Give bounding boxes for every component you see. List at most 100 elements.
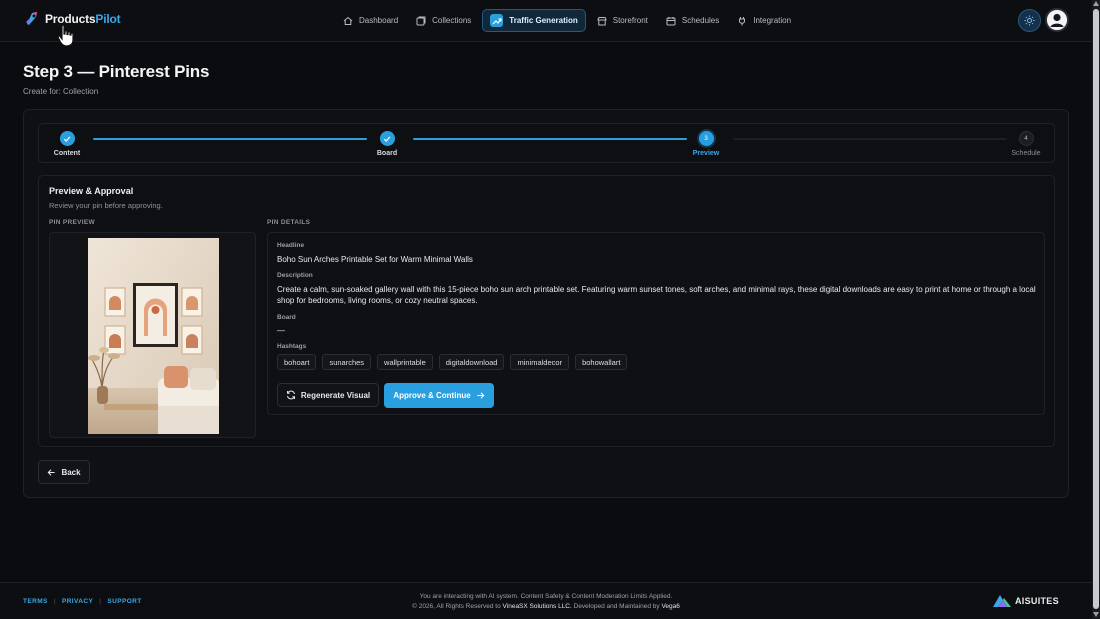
home-icon xyxy=(343,16,353,25)
arrow-right-icon xyxy=(477,392,485,399)
rocket-logo-icon xyxy=(24,10,41,27)
pin-preview-caption: PIN PREVIEW xyxy=(49,219,95,226)
progress-stepper: Content Board 3 Preview 4 Schedule xyxy=(38,123,1055,163)
step-schedule-dot: 4 xyxy=(1018,131,1034,146)
nav-dashboard[interactable]: Dashboard xyxy=(336,9,405,32)
page-title: Step 3 — Pinterest Pins xyxy=(23,62,210,81)
aisuites-logo: AISUITES xyxy=(992,594,1059,608)
hashtag-chip: digitaldownload xyxy=(438,354,505,370)
hashtag-chip: wallprintable xyxy=(377,354,433,370)
check-icon xyxy=(63,136,71,142)
page-scrollbar[interactable] xyxy=(1092,0,1100,619)
board-label: Board xyxy=(277,314,296,321)
nav-schedules[interactable]: Schedules xyxy=(659,9,726,32)
nav-integration-label: Integration xyxy=(753,16,792,25)
headline-label: Headline xyxy=(277,242,305,249)
nav-storefront-label: Storefront xyxy=(612,16,648,25)
footer-link-privacy[interactable]: PRIVACY xyxy=(62,598,93,605)
board-value: — xyxy=(277,326,285,335)
brand-name-accent: Pilot xyxy=(95,11,121,26)
nav-traffic-generation[interactable]: Traffic Generation xyxy=(482,9,586,32)
maintainer-name: Vega6 xyxy=(661,603,680,610)
step-connector-2 xyxy=(413,138,687,140)
trend-icon xyxy=(490,14,504,27)
hashtag-chip: bohoart xyxy=(277,354,317,370)
footer-separator: | xyxy=(99,598,102,605)
step-content-label: Content xyxy=(53,150,81,157)
pin-preview-image xyxy=(88,238,219,434)
approve-continue-label: Approve & Continue xyxy=(393,391,471,400)
arrow-left-icon xyxy=(48,468,56,476)
preview-approval-panel: Preview & Approval Review your pin befor… xyxy=(38,175,1055,447)
store-icon xyxy=(597,16,607,25)
hashtags-label: Hashtags xyxy=(277,343,307,350)
nav-collections[interactable]: Collections xyxy=(409,9,478,32)
top-navigation-bar: ProductsPilot Dashboard Collections Traf… xyxy=(0,0,1092,47)
nav-schedules-label: Schedules xyxy=(681,16,720,25)
scroll-up-arrow-icon[interactable] xyxy=(1093,1,1099,6)
nav-collections-label: Collections xyxy=(432,16,472,25)
hashtag-list: bohoart sunarches wallprintable digitald… xyxy=(277,354,628,370)
refresh-icon xyxy=(286,390,295,400)
footer-links: TERMS | PRIVACY | SUPPORT xyxy=(23,598,142,605)
nav-dashboard-label: Dashboard xyxy=(359,16,399,25)
step-schedule[interactable]: 4 Schedule xyxy=(996,131,1056,157)
user-icon xyxy=(1047,10,1067,30)
wizard-card: Content Board 3 Preview 4 Schedule Previ… xyxy=(23,109,1069,498)
hashtag-chip: minimaldecor xyxy=(510,354,570,370)
aisuites-logo-icon xyxy=(993,595,1011,607)
page-footer: TERMS | PRIVACY | SUPPORT You are intera… xyxy=(0,582,1092,619)
panel-subtitle: Review your pin before approving. xyxy=(49,201,163,210)
pin-details-caption: PIN DETAILS xyxy=(267,219,311,226)
scrollbar-thumb[interactable] xyxy=(1093,9,1099,609)
ai-notice-text: You are interacting with AI system. Cont… xyxy=(419,593,673,600)
copyright-line: © 2026, All Rights Reserved to VineaSX S… xyxy=(300,602,792,612)
step-content-dot xyxy=(59,131,75,146)
nav-integration[interactable]: Integration xyxy=(730,9,798,32)
hand-cursor-icon xyxy=(57,24,77,48)
maintained-prefix: Developed and Maintained by xyxy=(573,603,660,610)
theme-toggle-button[interactable] xyxy=(1018,9,1041,32)
back-button[interactable]: Back xyxy=(38,460,90,484)
regenerate-visual-button[interactable]: Regenerate Visual xyxy=(277,383,379,407)
step-preview-dot: 3 xyxy=(698,131,714,146)
pin-preview-box xyxy=(49,232,256,438)
footer-link-support[interactable]: SUPPORT xyxy=(107,598,141,605)
step-content[interactable]: Content xyxy=(37,131,97,157)
description-value: Create a calm, sun-soaked gallery wall w… xyxy=(277,285,1036,305)
user-avatar[interactable] xyxy=(1045,8,1069,32)
calendar-icon xyxy=(666,16,676,25)
collections-icon xyxy=(416,16,426,25)
step-preview-label: Preview xyxy=(692,150,720,157)
nav-storefront[interactable]: Storefront xyxy=(590,9,655,32)
description-label: Description xyxy=(277,272,313,279)
step-schedule-label: Schedule xyxy=(1011,150,1041,157)
panel-title: Preview & Approval xyxy=(49,186,134,196)
step-board[interactable]: Board xyxy=(357,131,417,157)
nav-traffic-generation-label: Traffic Generation xyxy=(509,16,578,25)
regenerate-visual-label: Regenerate Visual xyxy=(300,390,371,400)
step-connector-3 xyxy=(733,138,1007,140)
hashtag-chip: sunarches xyxy=(322,354,372,370)
pin-details-box: Headline Boho Sun Arches Printable Set f… xyxy=(267,232,1045,415)
footer-notice: You are interacting with AI system. Cont… xyxy=(300,592,792,612)
back-label: Back xyxy=(61,467,81,477)
headline-value: Boho Sun Arches Printable Set for Warm M… xyxy=(277,255,473,264)
sun-icon xyxy=(1024,15,1035,26)
approve-continue-button[interactable]: Approve & Continue xyxy=(384,383,494,408)
step-preview[interactable]: 3 Preview xyxy=(676,131,736,157)
step-board-dot xyxy=(379,131,395,146)
company-name: VineaSX Solutions LLC. xyxy=(502,603,572,610)
check-icon xyxy=(383,136,391,142)
hashtag-chip: bohowallart xyxy=(575,354,628,370)
main-nav: Dashboard Collections Traffic Generation… xyxy=(336,9,802,32)
page-subtitle: Create for: Collection xyxy=(23,87,99,96)
aisuites-brand-text: AISUITES xyxy=(1015,596,1059,606)
plug-icon xyxy=(739,16,746,25)
copyright-prefix: © 2026, All Rights Reserved to xyxy=(412,603,501,610)
scroll-down-arrow-icon[interactable] xyxy=(1093,612,1099,617)
footer-link-terms[interactable]: TERMS xyxy=(23,598,48,605)
step-board-label: Board xyxy=(376,150,398,157)
footer-separator: | xyxy=(53,598,56,605)
step-connector-1 xyxy=(93,138,367,140)
